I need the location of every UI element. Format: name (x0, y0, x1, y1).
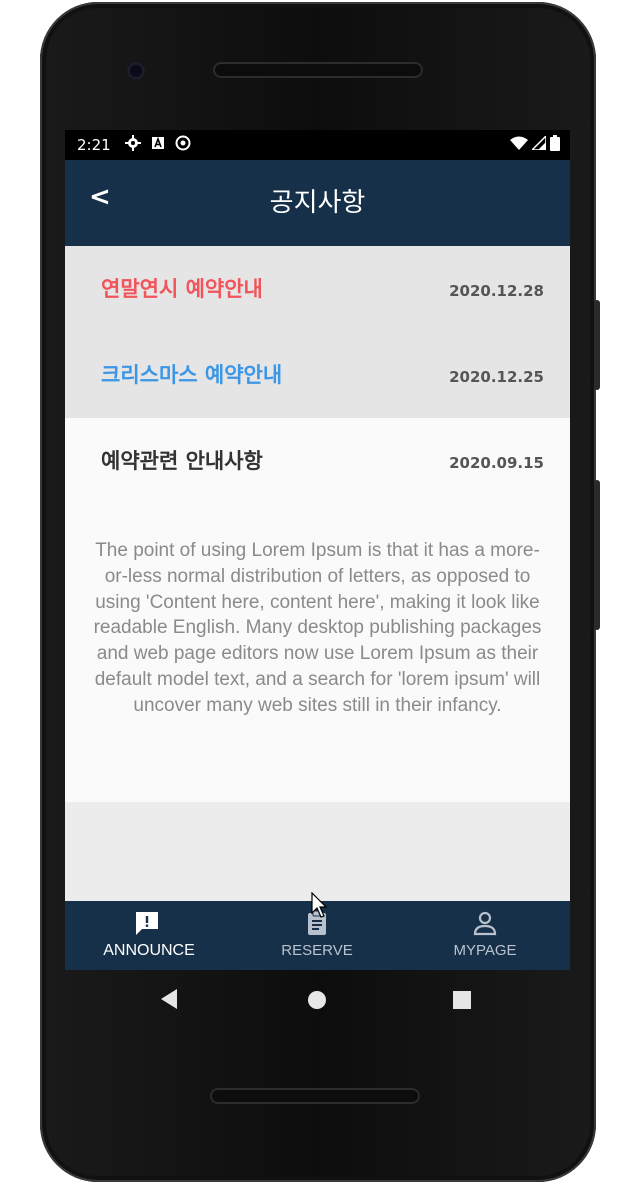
home-icon[interactable] (307, 990, 327, 1010)
announce-icon (136, 912, 158, 935)
notice-date: 2020.12.28 (449, 282, 544, 300)
notice-detail: The point of using Lorem Ipsum is that i… (65, 504, 570, 802)
a-icon (152, 136, 164, 149)
recents-icon[interactable] (453, 991, 471, 1009)
battery-icon (550, 135, 560, 151)
notice-item[interactable]: 크리스마스 예약안내 2020.12.25 (65, 332, 570, 418)
app-bar: < 공지사항 (65, 160, 570, 246)
status-bar: 2:21 (65, 130, 570, 160)
signal-icon (532, 136, 546, 150)
notice-item[interactable]: 연말연시 예약안내 2020.12.28 (65, 246, 570, 332)
person-icon (473, 911, 497, 936)
nav-label: ANNOUNCE (103, 942, 195, 959)
notice-title: 크리스마스 예약안내 (101, 363, 283, 387)
wifi-icon (510, 136, 528, 150)
nav-mypage[interactable]: MYPAGE (401, 901, 569, 970)
notice-list: 연말연시 예약안내 2020.12.28 크리스마스 예약안내 2020.12.… (65, 246, 570, 901)
volume-button (594, 480, 600, 630)
notice-body: The point of using Lorem Ipsum is that i… (93, 540, 542, 716)
back-icon[interactable] (159, 988, 179, 1010)
power-button (594, 300, 600, 390)
nav-label: MYPAGE (453, 942, 517, 959)
system-nav-bar (65, 970, 570, 1030)
top-speaker (213, 62, 423, 78)
page-title: 공지사항 (269, 188, 366, 218)
nav-label: RESERVE (281, 942, 353, 959)
notice-item-expanded[interactable]: 예약관련 안내사항 2020.09.15 (65, 418, 570, 504)
notice-title: 연말연시 예약안내 (101, 277, 263, 301)
notice-title: 예약관련 안내사항 (101, 449, 263, 473)
screen: 2:21 < 공지사항 연말연시 예약안내 2020.12.28 크리스마스 예… (65, 130, 570, 970)
status-time: 2:21 (77, 136, 111, 154)
bottom-speaker (210, 1088, 420, 1104)
sync-icon (175, 135, 191, 151)
front-camera (127, 62, 145, 80)
nav-announce[interactable]: ANNOUNCE (65, 901, 233, 970)
notice-date: 2020.12.25 (449, 368, 544, 386)
mouse-cursor-icon (311, 892, 327, 918)
gear-icon (125, 135, 141, 151)
list-empty-area (65, 802, 570, 901)
notice-date: 2020.09.15 (449, 454, 544, 472)
